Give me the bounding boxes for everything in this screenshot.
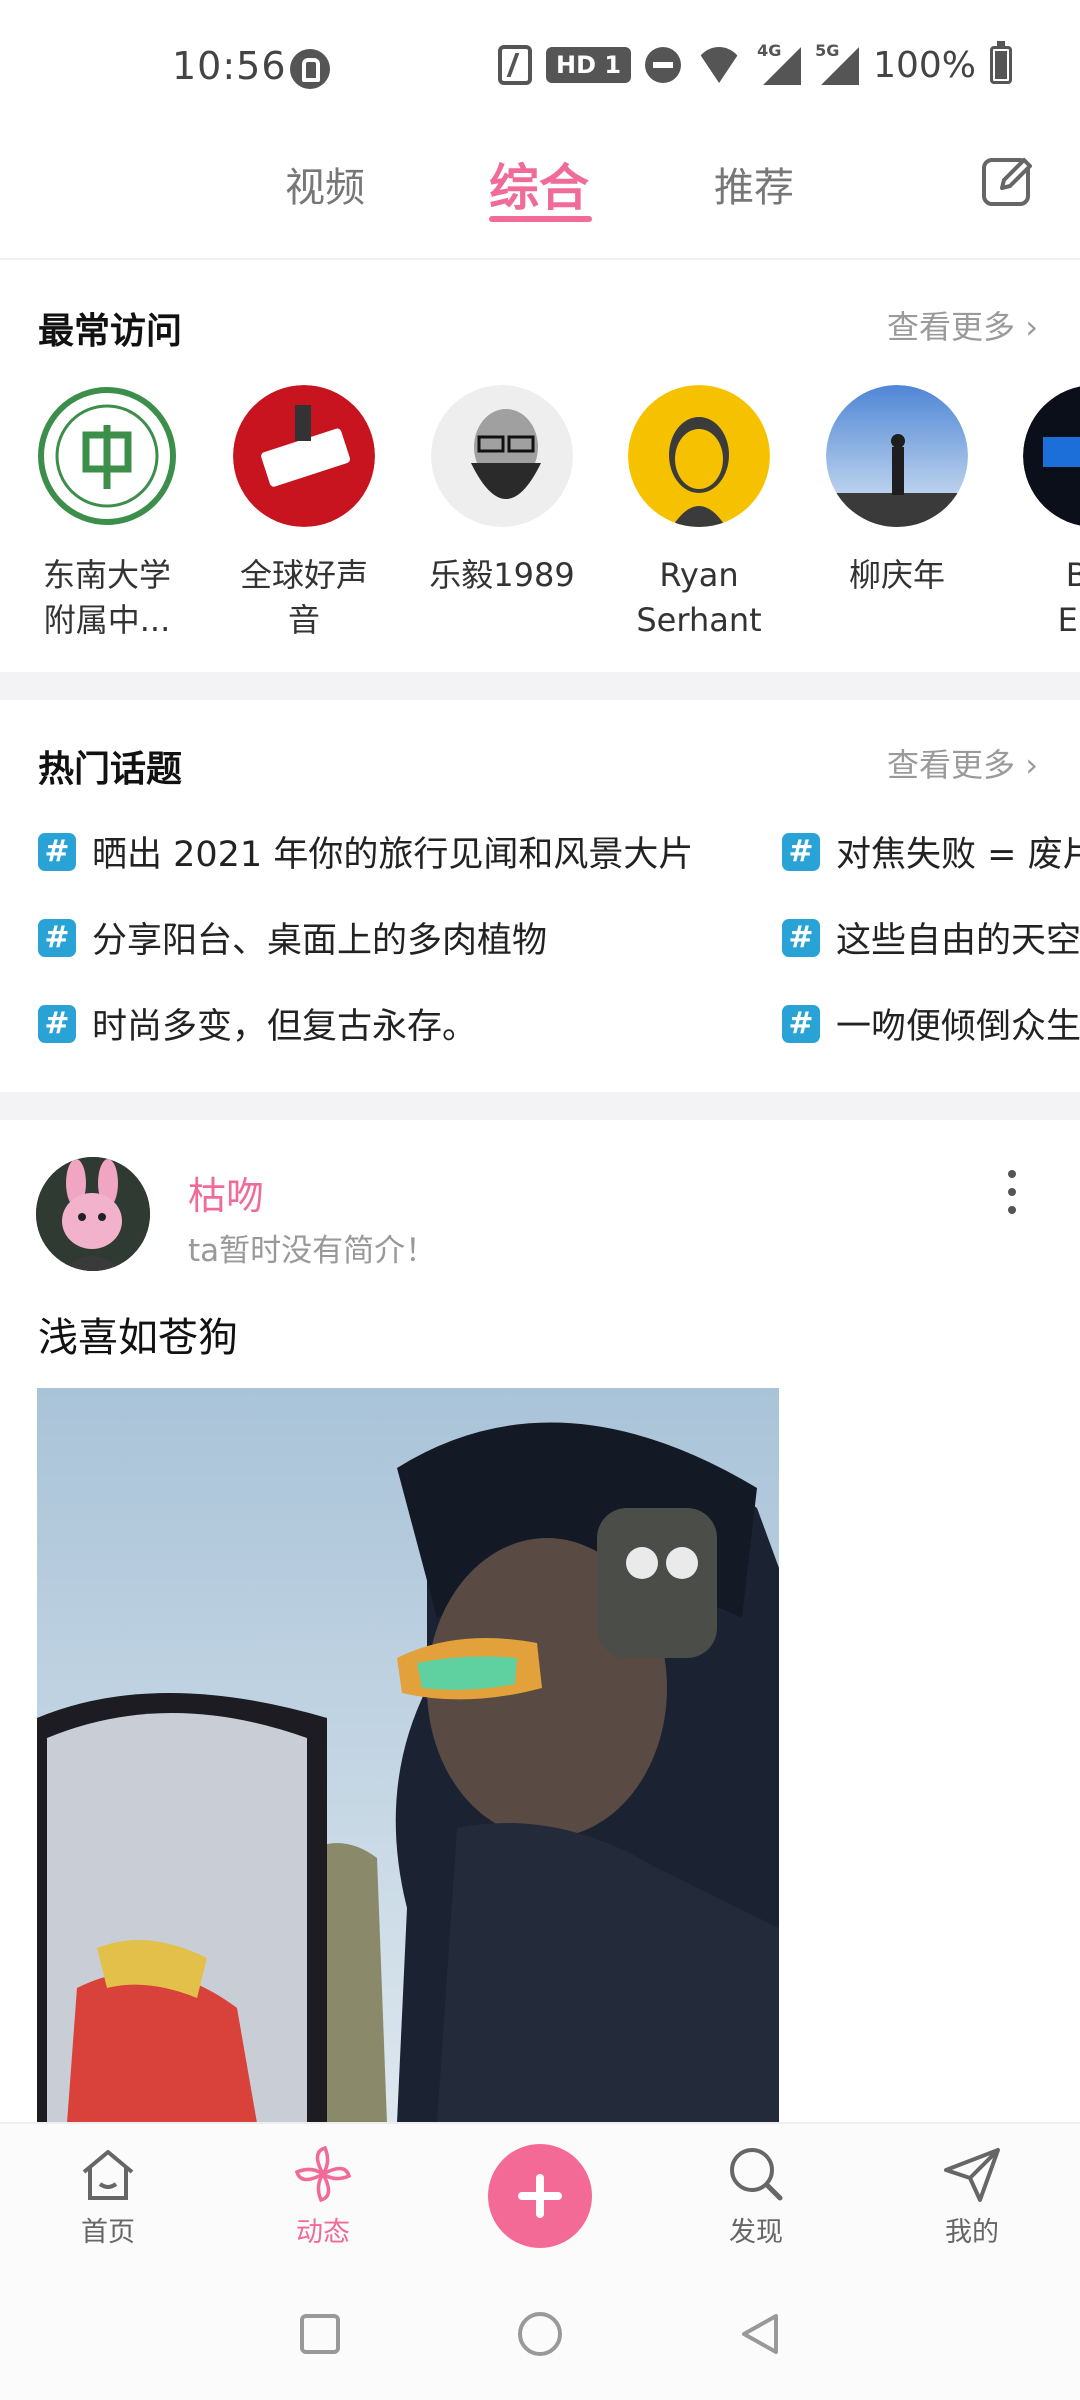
section-divider [0,672,1080,700]
avatar [431,385,573,527]
active-tab-indicator [489,216,592,222]
frequent-item[interactable]: Ryan Serhant [609,385,789,643]
wifi-icon [695,47,743,83]
top-tabs: 视频 综合 推荐 [0,130,1080,260]
frequent-item-name: 全球好声 音 [214,553,394,643]
topic-text: 对焦失败 = 废片 [836,835,1080,875]
post-author-avatar[interactable] [36,1157,150,1271]
topic-item[interactable]: # 这些自由的天空 [782,912,1080,963]
pinwheel-icon [291,2142,355,2206]
nav-label: 动态 [296,2217,350,2248]
app-notification-icon [290,49,330,89]
back-icon[interactable] [738,2312,782,2356]
name-line-2: Serhant [636,601,762,639]
nav-label: 发现 [729,2217,783,2248]
bottom-navigation: 首页 动态 发现 我的 [0,2122,1080,2270]
frequent-item-name: 柳庆年 [807,553,987,598]
frequent-item-name: Bliz Ente [1004,553,1080,643]
tab-general[interactable]: 综合 [489,148,589,220]
hot-topics-title: 热门话题 [38,749,183,790]
avatar [628,385,770,527]
topic-text: 分享阳台、桌面上的多肉植物 [92,921,548,961]
hashtag-icon: # [38,1004,76,1043]
add-post-button[interactable] [488,2144,592,2248]
signal-4g-icon: 4G [757,41,802,85]
hashtag-icon: # [38,832,76,871]
name-line-2: 附属中... [43,601,171,639]
send-icon [940,2142,1004,2206]
name-line-1: 全球好声 [239,556,368,594]
status-time: 10:56 [172,44,287,88]
post-author-name[interactable]: 枯吻 [188,1165,264,1220]
tab-recommend[interactable]: 推荐 [714,155,794,213]
do-not-disturb-icon [645,47,682,83]
avatar [826,385,968,527]
network-5g-label: 5G [815,41,840,60]
avatar [36,385,178,527]
topics-right-column: # 对焦失败 = 废片 # 这些自由的天空 # 一吻便倾倒众生 [782,820,1080,1060]
frequent-item[interactable]: 乐毅1989 [412,385,592,598]
nav-discover[interactable]: 发现 [696,2142,816,2249]
avatar [233,385,375,527]
nav-label: 首页 [81,2217,135,2248]
network-4g-label: 4G [757,41,782,60]
status-indicators: HD 1 4G 5G 100% [498,40,1012,90]
signal-5g-icon: 5G [815,41,860,85]
tab-video[interactable]: 视频 [285,155,365,213]
topic-item[interactable]: # 晒出 2021 年你的旅行见闻和风景大片 [38,826,693,877]
topic-item[interactable]: # 时尚多变，但复古永存。 [38,998,477,1049]
hashtag-icon: # [782,832,820,871]
frequent-item-name: 东南大学 附属中... [17,553,197,643]
home-icon [76,2142,140,2206]
name-line-1: Bliz [1065,556,1080,594]
name-line-2: Ente [1057,601,1080,639]
topic-item[interactable]: # 对焦失败 = 废片 [782,826,1080,877]
system-navigation-bar [0,2270,1080,2400]
name-line-2: 音 [287,601,320,639]
frequent-item-name: Ryan Serhant [609,553,789,643]
nfc-icon [498,45,533,85]
battery-icon [990,41,1012,84]
name-line-1: 乐毅1989 [429,556,575,594]
frequent-visits-list: 东南大学 附属中... 全球好声 音 乐毅1989 Ryan Serhant 柳… [0,385,1080,645]
frequent-item[interactable]: 东南大学 附属中... [17,385,197,643]
edit-icon[interactable] [980,152,1036,208]
hot-topics-see-more[interactable]: 查看更多 › [887,740,1038,786]
recent-apps-icon[interactable] [300,2314,340,2354]
hashtag-icon: # [782,1004,820,1043]
battery-percent: 100% [873,44,976,86]
topic-item[interactable]: # 一吻便倾倒众生 [782,998,1080,1049]
nav-dynamic[interactable]: 动态 [263,2142,383,2249]
topic-item[interactable]: # 分享阳台、桌面上的多肉植物 [38,912,547,963]
status-bar: 10:56 HD 1 4G 5G 100% [0,0,1080,130]
post-author-bio: ta暂时没有简介！ [188,1233,437,1269]
frequent-item[interactable]: 全球好声 音 [214,385,394,643]
frequent-item[interactable]: Bliz Ente [1004,385,1080,643]
topic-text: 晒出 2021 年你的旅行见闻和风景大片 [92,835,694,875]
post-image[interactable] [37,1388,779,2123]
search-icon [724,2142,788,2206]
post-text: 浅喜如苍狗 [38,1315,238,1361]
hd-badge: HD 1 [546,47,632,83]
nav-home[interactable]: 首页 [48,2142,168,2249]
frequent-item-name: 乐毅1989 [412,553,592,598]
frequent-visits-see-more[interactable]: 查看更多 › [887,302,1038,348]
frequent-visits-title: 最常访问 [38,311,183,352]
topic-text: 这些自由的天空 [836,921,1080,961]
hashtag-icon: # [782,918,820,957]
nav-mine[interactable]: 我的 [912,2142,1032,2249]
section-divider [0,1092,1080,1120]
more-options-icon[interactable] [1000,1170,1024,1220]
hashtag-icon: # [38,918,76,957]
frequent-item[interactable]: 柳庆年 [807,385,987,598]
name-line-1: 柳庆年 [848,556,945,594]
topic-text: 一吻便倾倒众生 [836,1007,1080,1047]
home-button-icon[interactable] [518,2312,562,2356]
topic-text: 时尚多变，但复古永存。 [92,1007,478,1047]
name-line-1: Ryan [659,556,739,594]
avatar [1023,385,1080,527]
name-line-1: 东南大学 [42,556,171,594]
nav-label: 我的 [945,2217,999,2248]
